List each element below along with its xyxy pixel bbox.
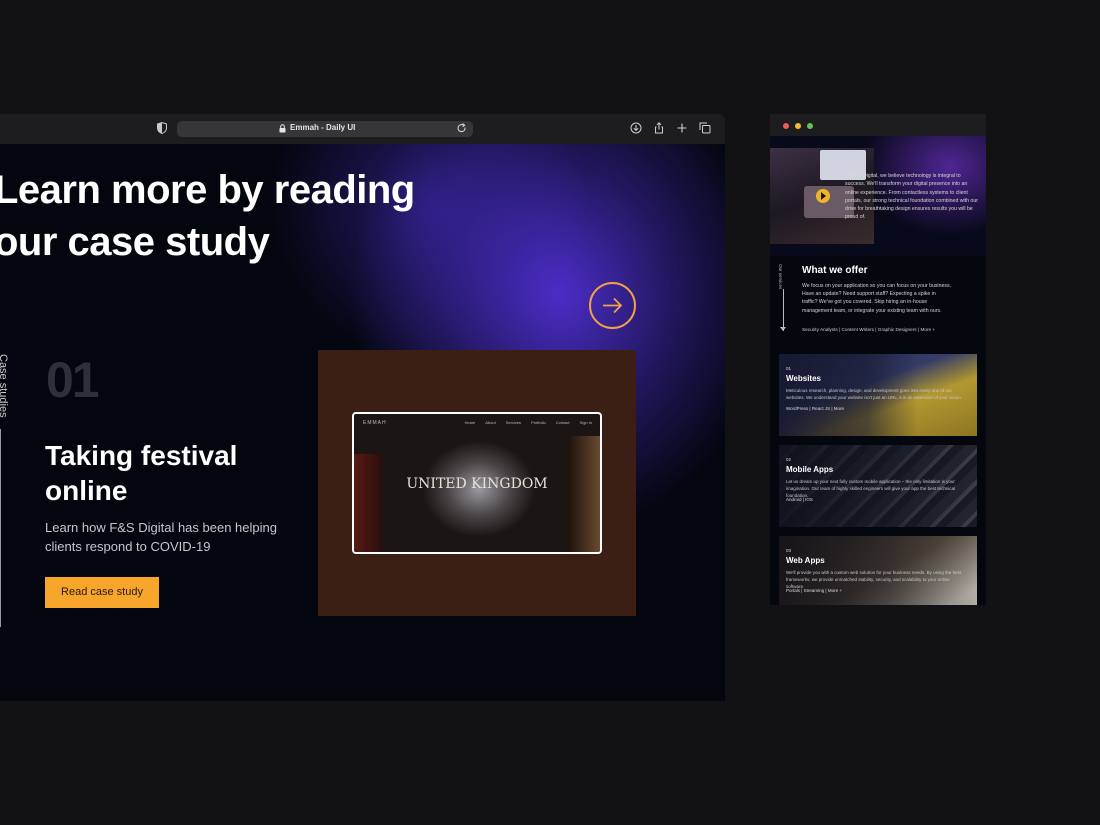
service-tags: WordPress | React JS | More <box>786 406 845 411</box>
sidebar-divider <box>0 429 1 627</box>
service-card-mobile-apps[interactable]: 02 Mobile Apps Let us dream up your next… <box>779 445 977 527</box>
preview-nav: Home About Services Portfolio Contact Si… <box>465 420 592 425</box>
service-title: Websites <box>786 374 821 383</box>
what-we-offer-title: What we offer <box>802 265 868 276</box>
service-number: 02 <box>786 457 792 462</box>
url-text: Emmah - Daily UI <box>290 123 356 132</box>
service-card-websites[interactable]: 01 Websites Meticulous research, plannin… <box>779 354 977 436</box>
maximize-dot-icon[interactable] <box>807 123 813 129</box>
read-case-study-button[interactable]: Read case study <box>45 577 159 608</box>
hero-line-1: Learn more by reading <box>0 168 415 212</box>
mobile-preview-window: At F&S Digital, we believe technology is… <box>770 114 986 605</box>
service-card-web-apps[interactable]: 03 Web Apps We'll provide you with a cus… <box>779 536 977 605</box>
arrow-right-icon <box>603 297 623 314</box>
service-tags: Portals | Streaming | More + <box>786 588 842 593</box>
preview-nav-item: About <box>485 420 496 425</box>
case-description: Learn how F&S Digital has been helping c… <box>45 520 277 554</box>
preview-left-panel <box>354 454 382 552</box>
preview-nav-item: Sign In <box>579 420 592 425</box>
preview-logo: EMMAH <box>363 420 387 426</box>
tabs-icon[interactable] <box>699 122 711 134</box>
service-description: Meticulous research, planning, design, a… <box>786 388 962 400</box>
what-we-offer-links[interactable]: Security Analysts | Content Writers | Gr… <box>802 327 935 332</box>
reload-icon[interactable] <box>457 123 467 134</box>
case-title: Taking festival online <box>45 440 238 506</box>
window-titlebar <box>770 114 986 136</box>
service-title: Mobile Apps <box>786 465 834 474</box>
minimize-dot-icon[interactable] <box>795 123 801 129</box>
service-description: Let us dream up your next fully custom m… <box>786 479 956 498</box>
case-studies-vertical-label: Case studies <box>0 354 9 418</box>
preview-nav-item: Home <box>464 420 476 425</box>
download-icon[interactable] <box>630 122 642 134</box>
service-description: We'll provide you with a custom web solu… <box>786 570 962 589</box>
case-preview-screenshot[interactable]: EMMAH Home About Services Portfolio Cont… <box>352 412 602 554</box>
page-content: Learn more by reading our case study Cas… <box>0 144 725 701</box>
address-bar[interactable]: Emmah - Daily UI <box>177 121 473 137</box>
next-arrow-button[interactable] <box>589 282 636 329</box>
arrow-down-icon <box>780 327 786 331</box>
preview-right-panel <box>568 436 600 552</box>
hero-heading: Learn more by reading our case study <box>0 164 415 268</box>
service-number: 01 <box>786 366 792 371</box>
shield-icon[interactable] <box>157 122 167 134</box>
preview-nav-item: Portfolio <box>531 420 546 425</box>
services-divider <box>783 289 784 331</box>
browser-window: › Emmah - Daily UI <box>0 114 725 701</box>
hero-line-2: our case study <box>0 220 270 264</box>
close-dot-icon[interactable] <box>783 123 789 129</box>
preview-nav-item: Contact <box>555 420 570 425</box>
service-title: Web Apps <box>786 556 825 565</box>
play-icon[interactable] <box>816 189 830 203</box>
preview-headline: UNITED KINGDOM <box>406 476 548 492</box>
case-number: 01 <box>46 352 100 408</box>
preview-nav-item: Services <box>505 420 522 425</box>
service-tags: Android | IOS <box>786 497 813 502</box>
lock-icon <box>279 124 286 133</box>
service-number: 03 <box>786 548 792 553</box>
share-icon[interactable] <box>653 122 665 134</box>
intro-text: At F&S Digital, we believe technology is… <box>845 173 978 221</box>
what-we-offer-description: We focus on your application so you can … <box>802 283 951 314</box>
browser-toolbar: › Emmah - Daily UI <box>0 114 725 144</box>
new-tab-icon[interactable] <box>676 122 688 134</box>
our-services-vertical-label: Our services <box>778 264 783 290</box>
